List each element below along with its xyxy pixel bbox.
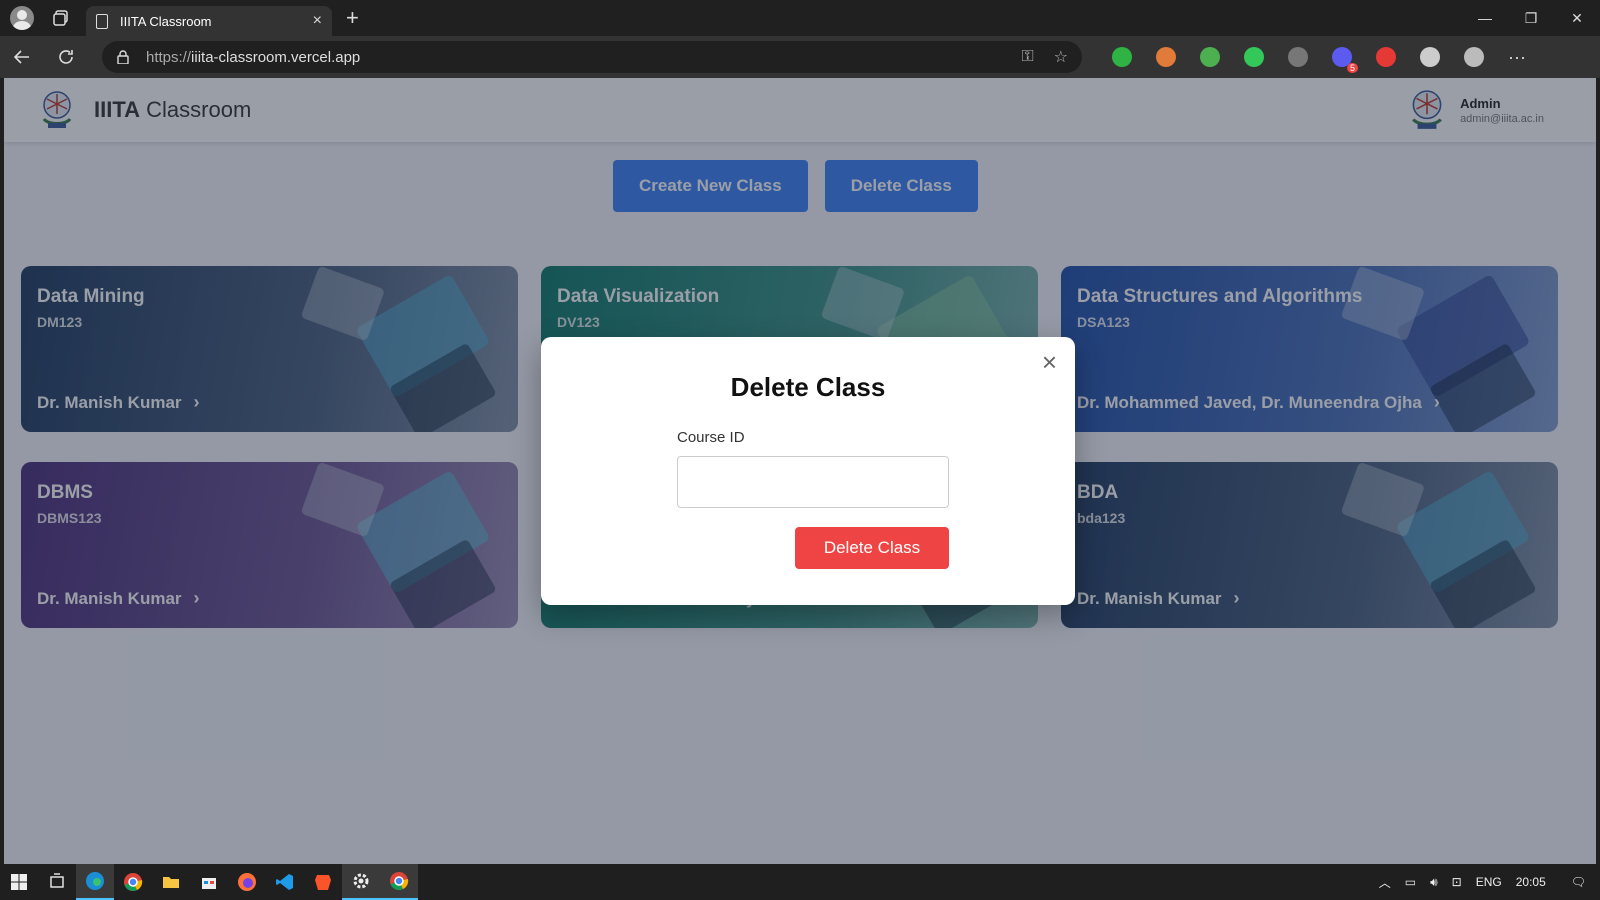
close-window-button[interactable]: ✕ [1554,0,1600,36]
chrome-icon [390,872,409,890]
windows-logo-icon [11,874,27,890]
tab-title: IIITA Classroom [120,13,212,29]
system-tray: ︿ ▭ 🔊︎ ⊡ ENG 20:05 🗨︎ [1372,864,1600,900]
red-extension-icon[interactable] [1376,47,1396,67]
battery-icon[interactable]: ▭ [1405,875,1416,889]
window-controls: — ❐ ✕ [1462,0,1600,36]
task-view-icon [50,873,64,888]
taskbar-edge[interactable] [76,864,114,900]
edge-icon [86,872,104,890]
clock[interactable]: 20:05 [1516,875,1546,889]
taskbar-vscode[interactable] [266,864,304,900]
more-options-icon[interactable]: ··· [1508,47,1526,68]
course-id-label: Course ID [677,429,745,446]
plus-extension-icon[interactable] [1112,47,1132,67]
taskbar-firefox[interactable] [228,864,266,900]
puzzle-extension-icon[interactable] [1464,47,1484,67]
browser-titlebar: IIITA Classroom × + — ❐ ✕ [0,0,1600,36]
url-text[interactable]: https://iiita-classroom.vercel.app [146,49,1001,66]
tb-extension-icon[interactable] [1288,47,1308,67]
restore-button[interactable]: ❐ [1508,0,1554,36]
globe-extension-icon[interactable] [1200,47,1220,67]
profile-avatar[interactable] [10,6,34,30]
taskbar-chrome-2[interactable] [380,864,418,900]
brave-icon [315,875,331,890]
chrome-icon [124,873,143,891]
key-icon[interactable]: ⚿ [1021,48,1033,66]
course-id-input[interactable] [677,456,949,508]
back-button[interactable] [0,48,44,66]
refresh-icon [59,50,73,64]
eyes-extension-icon[interactable] [1420,47,1440,67]
lock-icon[interactable] [116,50,130,64]
browser-tab[interactable]: IIITA Classroom × [86,6,332,36]
language-indicator[interactable]: ENG [1476,875,1502,889]
confirm-delete-button[interactable]: Delete Class [795,527,949,569]
browser-navbar: https://iiita-classroom.vercel.app ⚿ ☆ 5… [0,36,1600,78]
taskbar-brave[interactable] [304,864,342,900]
new-tab-button[interactable]: + [346,5,359,31]
extension-badge: 5 [1346,63,1358,73]
refresh-button[interactable] [44,48,88,66]
favorite-star-icon[interactable]: ☆ [1054,47,1068,67]
tab-close-icon[interactable]: × [313,12,322,30]
url-scheme: https:// [146,48,192,66]
back-arrow-icon [13,50,29,64]
settings-gear-icon [353,873,369,889]
tray-chevron-up-icon[interactable]: ︿ [1379,874,1391,891]
minimize-button[interactable]: — [1462,0,1508,36]
taskbar-file-explorer[interactable] [152,864,190,900]
cookie-extension-icon[interactable] [1156,47,1176,67]
address-bar[interactable]: https://iiita-classroom.vercel.app ⚿ ☆ [102,41,1082,73]
task-view-button[interactable] [38,864,76,900]
vscode-icon [276,874,293,890]
chat-extension-icon[interactable]: 5 [1332,47,1358,73]
taskbar-chrome[interactable] [114,864,152,900]
taskbar-store[interactable] [190,864,228,900]
web-page: IIITA Classroom Admin admin@iiita.ac.in … [4,78,1596,864]
network-icon[interactable]: ⊡ [1452,875,1462,889]
taskbar-settings[interactable] [342,864,380,900]
notifications-icon[interactable]: 🗨︎ [1571,875,1586,889]
folder-icon [163,877,179,888]
page-icon [96,13,108,29]
start-button[interactable] [0,864,38,900]
modal-title: Delete Class [730,372,886,402]
volume-icon[interactable]: 🔊︎ [1430,875,1438,890]
url-host: iiita-classroom.vercel.app [191,48,361,66]
store-icon [202,878,216,889]
shield-extension-icon[interactable] [1244,47,1264,67]
extensions-bar: 5 [1100,47,1496,73]
windows-taskbar: ︿ ▭ 🔊︎ ⊡ ENG 20:05 🗨︎ [0,864,1600,900]
firefox-icon [238,873,256,891]
delete-class-modal: × Delete Class Course ID Delete Class [541,337,1075,605]
tab-actions-icon[interactable] [52,9,70,27]
